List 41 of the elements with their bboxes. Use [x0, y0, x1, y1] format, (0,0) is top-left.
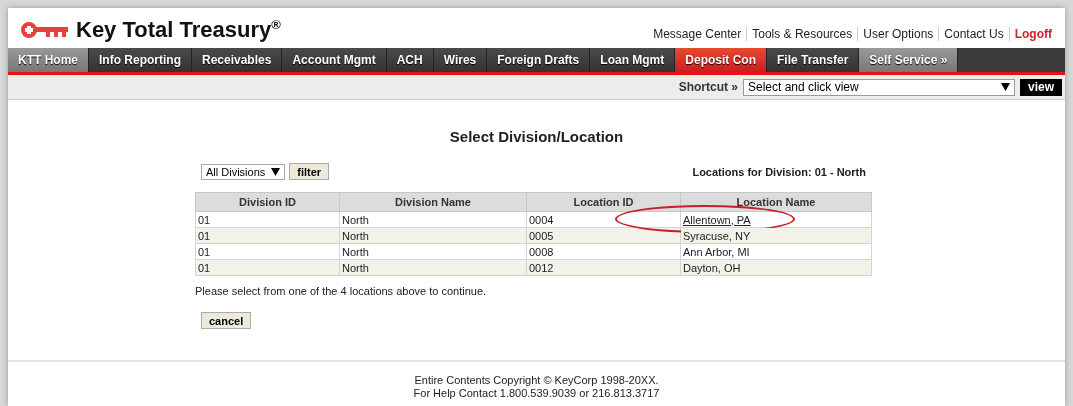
footer-text: For Help Contact 1.800.539.9039 or 216.813.3717 — [412, 387, 661, 400]
nav-tab[interactable]: ACH — [386, 48, 434, 72]
nav-tab[interactable]: File Transfer — [766, 48, 860, 72]
brand-title: Key Total Treasury$^{®}$ — [76, 16, 281, 44]
instruction-text: Please select from one of the 4 locations above to continue. — [195, 285, 488, 297]
table-cell: 01 — [195, 243, 340, 260]
nav-tab[interactable]: Deposit Con — [675, 48, 767, 72]
header-link[interactable]: User Options — [857, 27, 939, 41]
table-cell: North — [339, 243, 527, 260]
header-link[interactable]: Tools & Resources — [746, 27, 858, 41]
column-header: Division ID — [195, 192, 340, 212]
header-link[interactable]: Contact Us — [938, 27, 1009, 41]
column-header: Location ID — [526, 192, 681, 212]
column-header: Division Name — [339, 192, 527, 212]
table-cell: 01 — [195, 211, 340, 228]
nav-tab[interactable]: Receivables — [192, 48, 283, 72]
nav-tab[interactable]: Wires — [433, 48, 488, 72]
nav-tab[interactable]: KTT Home — [8, 48, 89, 72]
nav-tab[interactable]: Self Service » — [859, 48, 959, 72]
key-logo-icon — [20, 21, 70, 39]
division-dropdown[interactable]: All Divisions — [201, 163, 286, 180]
view-button[interactable]: view — [1020, 78, 1062, 96]
logoff-link[interactable]: Logoff — [1008, 27, 1057, 41]
table-cell: North — [339, 211, 527, 228]
table-cell: 0008 — [526, 243, 681, 260]
nav-tab[interactable]: Info Reporting — [89, 48, 192, 72]
locations-heading: Locations for Division: 01 - North — [692, 165, 867, 178]
cancel-button[interactable]: cancel — [201, 312, 252, 329]
shortcut-label: Shortcut » — [678, 80, 738, 94]
nav-tab[interactable]: Loan Mgmt — [590, 48, 676, 72]
shortcut-dropdown[interactable]: Select and click view — [743, 78, 1015, 96]
nav-tab[interactable]: Account Mgmt — [282, 48, 387, 72]
table-cell: 0004 — [526, 211, 681, 228]
column-header: Location Name — [680, 192, 872, 212]
footer-text: Entire Contents Copyright © KeyCorp 1998-20XX. — [413, 374, 660, 387]
page-title: Select Division/Location — [449, 128, 624, 145]
dropdown-arrow-icon — [271, 167, 281, 176]
header-link[interactable]: Message Center — [648, 27, 747, 41]
nav-tab[interactable]: Foreign Drafts — [487, 48, 591, 72]
filter-button[interactable]: filter — [289, 163, 330, 180]
dropdown-arrow-icon — [1001, 83, 1010, 91]
